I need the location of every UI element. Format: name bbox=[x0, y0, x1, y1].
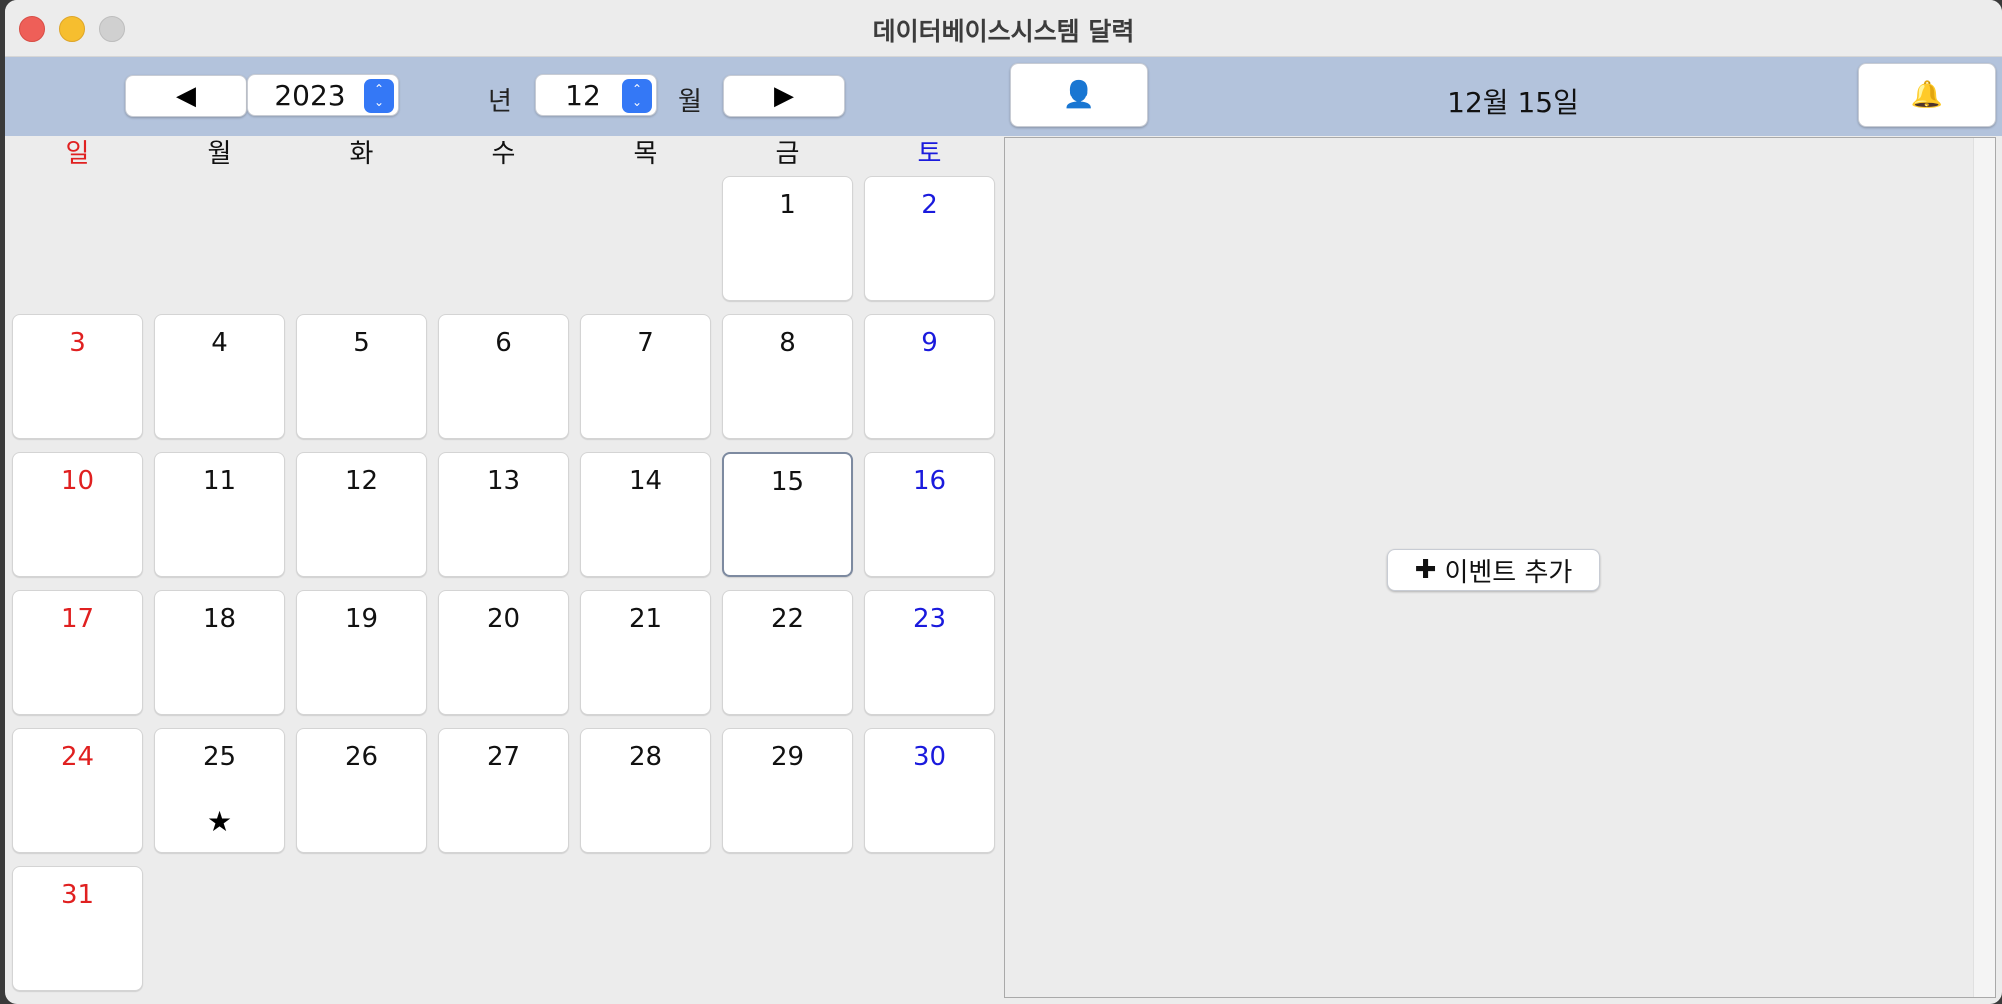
day-cell[interactable]: 13 bbox=[438, 452, 569, 577]
day-number: 15 bbox=[770, 467, 805, 497]
day-number: 28 bbox=[628, 742, 663, 772]
year-spinner[interactable]: 2023 ⌃ ⌄ bbox=[247, 74, 399, 116]
day-cell[interactable]: 3 bbox=[12, 314, 143, 439]
day-number: 29 bbox=[770, 742, 805, 772]
profile-button[interactable]: 👤 bbox=[1010, 63, 1148, 127]
day-cell[interactable]: 21 bbox=[580, 590, 711, 715]
day-cell[interactable]: 11 bbox=[154, 452, 285, 577]
day-cell[interactable]: 20 bbox=[438, 590, 569, 715]
day-cell[interactable]: 7 bbox=[580, 314, 711, 439]
day-number: 9 bbox=[921, 328, 938, 358]
day-cell[interactable]: 31 bbox=[12, 866, 143, 991]
day-cell[interactable]: 6 bbox=[438, 314, 569, 439]
weekday-header: 일 bbox=[65, 139, 90, 169]
day-cell[interactable]: 15 bbox=[722, 452, 853, 577]
day-number: 23 bbox=[912, 604, 947, 634]
day-cell[interactable]: 16 bbox=[864, 452, 995, 577]
month-grid: 일 월 화 수 목 금 토 1 2 3 4 5 6 7 8 9 10 11 12 13 14 15 16 17 18 19 20 21… bbox=[5, 136, 1005, 1004]
day-number: 21 bbox=[628, 604, 663, 634]
day-number: 26 bbox=[344, 742, 379, 772]
day-cell[interactable]: 2 bbox=[864, 176, 995, 301]
day-cell[interactable]: 30 bbox=[864, 728, 995, 853]
month-stepper-arrows[interactable]: ⌃ ⌄ bbox=[622, 79, 652, 113]
day-cell[interactable]: 8 bbox=[722, 314, 853, 439]
day-cell[interactable]: 4 bbox=[154, 314, 285, 439]
weekday-header: 목 bbox=[633, 139, 658, 169]
weekday-header: 화 bbox=[349, 139, 374, 169]
selected-date-label: 12월 15일 bbox=[1447, 86, 1579, 119]
day-cell[interactable]: 24 bbox=[12, 728, 143, 853]
day-cell[interactable]: 5 bbox=[296, 314, 427, 439]
bell-icon: 🔔 bbox=[1910, 80, 1944, 110]
day-cell[interactable]: 29 bbox=[722, 728, 853, 853]
day-number: 12 bbox=[344, 466, 379, 496]
day-cell[interactable]: 1 bbox=[722, 176, 853, 301]
day-number: 16 bbox=[912, 466, 947, 496]
day-number: 22 bbox=[770, 604, 805, 634]
right-arrow-icon: ▶ bbox=[774, 81, 794, 111]
weekday-header: 금 bbox=[775, 139, 800, 169]
day-cell[interactable]: 27 bbox=[438, 728, 569, 853]
day-cell[interactable]: 28 bbox=[580, 728, 711, 853]
day-cell[interactable]: 25 ★ bbox=[154, 728, 285, 853]
day-cell[interactable]: 18 bbox=[154, 590, 285, 715]
day-number: 7 bbox=[637, 328, 654, 358]
add-event-label: 이벤트 추가 bbox=[1444, 557, 1573, 588]
day-number: 27 bbox=[486, 742, 521, 772]
add-event-button[interactable]: ✚ 이벤트 추가 bbox=[1387, 549, 1600, 591]
day-number: 18 bbox=[202, 604, 237, 634]
day-number: 31 bbox=[60, 880, 95, 910]
day-number: 14 bbox=[628, 466, 663, 496]
day-cell[interactable]: 17 bbox=[12, 590, 143, 715]
window-title: 데이터베이스시스템 달력 bbox=[872, 17, 1135, 46]
day-cell[interactable]: 26 bbox=[296, 728, 427, 853]
day-number: 4 bbox=[211, 328, 228, 358]
title-bar: 데이터베이스시스템 달력 bbox=[5, 0, 2002, 57]
event-panel: ✚ 이벤트 추가 bbox=[1004, 137, 1996, 998]
day-number: 10 bbox=[60, 466, 95, 496]
calendar-window: 데이터베이스시스템 달력 ◀ 2023 ⌃ ⌄ 년 12 ⌃ ⌄ 월 ▶ 👤 1… bbox=[5, 0, 2002, 1004]
year-unit-label: 년 bbox=[488, 87, 512, 117]
day-cell[interactable]: 14 bbox=[580, 452, 711, 577]
stepper-down-icon[interactable]: ⌄ bbox=[374, 96, 384, 109]
day-cell[interactable]: 23 bbox=[864, 590, 995, 715]
day-number: 13 bbox=[486, 466, 521, 496]
user-icon: 👤 bbox=[1062, 80, 1096, 110]
day-cell[interactable]: 19 bbox=[296, 590, 427, 715]
day-cell[interactable]: 9 bbox=[864, 314, 995, 439]
weekday-header: 수 bbox=[491, 139, 516, 169]
next-month-button[interactable]: ▶ bbox=[723, 75, 845, 117]
day-number: 1 bbox=[779, 190, 796, 220]
month-unit-label: 월 bbox=[678, 87, 702, 117]
stepper-down-icon[interactable]: ⌄ bbox=[632, 96, 642, 109]
day-number: 19 bbox=[344, 604, 379, 634]
day-cell[interactable]: 12 bbox=[296, 452, 427, 577]
prev-month-button[interactable]: ◀ bbox=[125, 75, 247, 117]
year-stepper-arrows[interactable]: ⌃ ⌄ bbox=[364, 79, 394, 113]
day-number: 5 bbox=[353, 328, 370, 358]
day-number: 17 bbox=[60, 604, 95, 634]
day-number: 6 bbox=[495, 328, 512, 358]
day-number: 25 bbox=[202, 742, 237, 772]
star-icon: ★ bbox=[206, 805, 233, 838]
day-cell[interactable]: 10 bbox=[12, 452, 143, 577]
weekday-header: 토 bbox=[917, 139, 942, 169]
calendar-toolbar: ◀ 2023 ⌃ ⌄ 년 12 ⌃ ⌄ 월 ▶ 👤 12월 15일 🔔 bbox=[5, 57, 2002, 136]
day-number: 8 bbox=[779, 328, 796, 358]
day-number: 24 bbox=[60, 742, 95, 772]
day-number: 30 bbox=[912, 742, 947, 772]
notifications-button[interactable]: 🔔 bbox=[1858, 63, 1996, 127]
weekday-header: 월 bbox=[207, 139, 232, 169]
left-arrow-icon: ◀ bbox=[176, 81, 196, 111]
event-panel-scrollbar[interactable] bbox=[1973, 138, 1995, 997]
plus-icon: ✚ bbox=[1414, 555, 1437, 585]
day-number: 11 bbox=[202, 466, 237, 496]
day-cell[interactable]: 22 bbox=[722, 590, 853, 715]
day-number: 3 bbox=[69, 328, 86, 358]
day-number: 20 bbox=[486, 604, 521, 634]
day-number: 2 bbox=[921, 190, 938, 220]
month-spinner[interactable]: 12 ⌃ ⌄ bbox=[535, 74, 657, 116]
